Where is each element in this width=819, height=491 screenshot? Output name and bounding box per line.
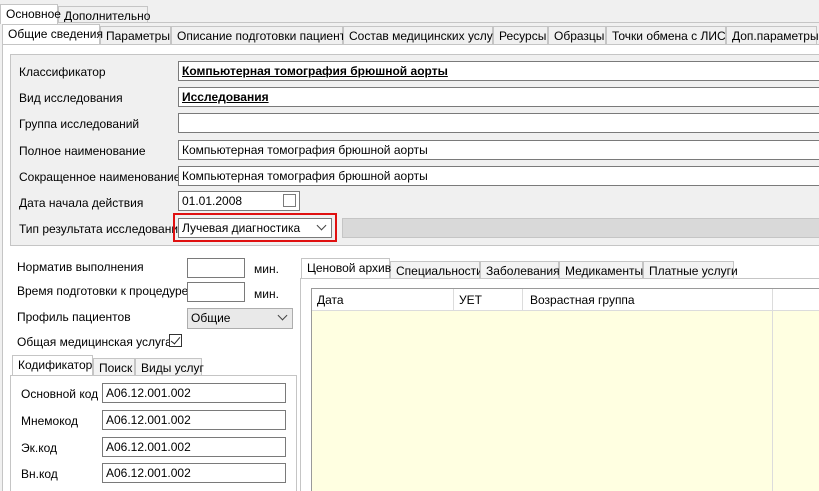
vn-code-input[interactable]: A06.12.001.002 [102, 463, 286, 483]
tab-samples[interactable]: Образцы [548, 26, 606, 44]
col-header-uet[interactable]: УЕТ [459, 293, 482, 307]
price-archive-grid[interactable] [311, 288, 819, 491]
tab-label: Состав медицинских услуг [349, 29, 498, 43]
study-type-field[interactable]: Исследования [178, 87, 819, 107]
tab-search[interactable]: Поиск [93, 358, 135, 376]
prep-time-label: Время подготовки к процедуре [17, 284, 189, 298]
short-name-label: Сокращенное наименование [19, 170, 181, 184]
prep-time-unit: мин. [254, 287, 279, 301]
tab-label: Медикаменты [565, 264, 644, 278]
grid-col-divider [772, 289, 773, 491]
full-name-input[interactable]: Компьютерная томография брюшной аорты [178, 140, 819, 160]
col-header-age-group[interactable]: Возрастная группа [530, 293, 635, 307]
tab-label: Точки обмена с ЛИС [612, 29, 726, 43]
tab-extra-params[interactable]: Доп.параметры [726, 26, 819, 44]
study-type-label: Вид исследования [19, 91, 123, 105]
tab-codifier-label: Кодификатор [18, 358, 93, 372]
grid-col-divider [453, 289, 454, 311]
classifier-label: Классификатор [19, 65, 106, 79]
tab-services-composition[interactable]: Состав медицинских услуг [343, 26, 497, 44]
tab-additional-label: Дополнительно [64, 9, 151, 23]
start-date-input[interactable]: 01.01.2008 [178, 191, 300, 211]
tab-label: Ресурсы [499, 29, 547, 43]
common-service-label: Общая медицинская услуга [17, 335, 172, 349]
tab-lis-exchange[interactable]: Точки обмена с ЛИС [606, 26, 726, 44]
tab-codifier[interactable]: Кодификатор [12, 355, 93, 375]
classifier-field[interactable]: Компьютерная томография брюшной аорты [178, 61, 819, 81]
grid-col-divider [522, 289, 523, 311]
ek-code-label: Эк.код [21, 441, 58, 455]
profile-select[interactable]: Общие [187, 308, 293, 329]
col-header-date[interactable]: Дата [317, 293, 344, 307]
tab-service-kinds[interactable]: Виды услуг [135, 358, 204, 376]
mnemocode-label: Мнемокод [21, 414, 79, 428]
tab-main[interactable]: Основное [0, 4, 61, 24]
study-group-label: Группа исследований [19, 117, 140, 131]
norm-label: Норматив выполнения [17, 260, 144, 274]
main-code-label: Основной код [21, 387, 99, 401]
profile-value: Общие [191, 311, 231, 325]
norm-unit: мин. [254, 262, 279, 276]
result-type-extra-field [342, 218, 819, 238]
tab-label: Заболевания [486, 264, 560, 278]
tab-label: Параметры [106, 29, 170, 43]
tab-additional[interactable]: Дополнительно [58, 6, 151, 23]
result-type-label: Тип результата исследования [19, 222, 185, 236]
tab-resources[interactable]: Ресурсы [493, 26, 548, 44]
tab-price-archive-label: Ценовой архив [307, 261, 392, 275]
main-code-input[interactable]: A06.12.001.002 [102, 383, 286, 403]
full-name-label: Полное наименование [19, 144, 146, 158]
prep-time-input[interactable] [187, 282, 245, 302]
top-tabs-divider [0, 22, 819, 23]
tab-general-info-label: Общие сведения [8, 27, 103, 41]
tab-main-label: Основное [6, 7, 61, 21]
chevron-down-icon [277, 310, 288, 321]
tab-general-info[interactable]: Общие сведения [2, 24, 103, 44]
tab-label: Виды услуг [141, 361, 204, 375]
norm-input[interactable] [187, 258, 245, 278]
vn-code-label: Вн.код [21, 467, 58, 481]
tab-diseases[interactable]: Заболевания [480, 261, 560, 279]
profile-label: Профиль пациентов [17, 310, 131, 324]
check-icon [170, 334, 181, 345]
tab-label: Образцы [554, 29, 605, 43]
tab-label: Доп.параметры [732, 29, 819, 43]
tab-paid-services[interactable]: Платные услуги [643, 261, 738, 279]
study-group-field[interactable] [178, 113, 819, 133]
mnemocode-input[interactable]: A06.12.001.002 [102, 410, 286, 430]
result-type-highlight [173, 213, 337, 242]
short-name-input[interactable]: Компьютерная томография брюшной аорты [178, 166, 819, 186]
tab-label: Платные услуги [649, 264, 738, 278]
tab-specialties[interactable]: Специальности [390, 261, 483, 279]
tab-price-archive[interactable]: Ценовой архив [301, 258, 392, 278]
start-date-label: Дата начала действия [19, 196, 144, 210]
tab-patient-prep[interactable]: Описание подготовки пациента [171, 26, 352, 44]
tab-label: Описание подготовки пациента [177, 29, 352, 43]
ek-code-input[interactable]: A06.12.001.002 [102, 437, 286, 457]
tab-medications[interactable]: Медикаменты [559, 261, 643, 279]
tab-label: Поиск [99, 361, 133, 375]
common-service-checkbox[interactable] [169, 334, 182, 347]
start-date-value: 01.01.2008 [182, 194, 243, 208]
tab-label: Специальности [396, 264, 483, 278]
tab-parameters[interactable]: Параметры [100, 26, 171, 44]
calendar-icon[interactable] [283, 194, 296, 207]
